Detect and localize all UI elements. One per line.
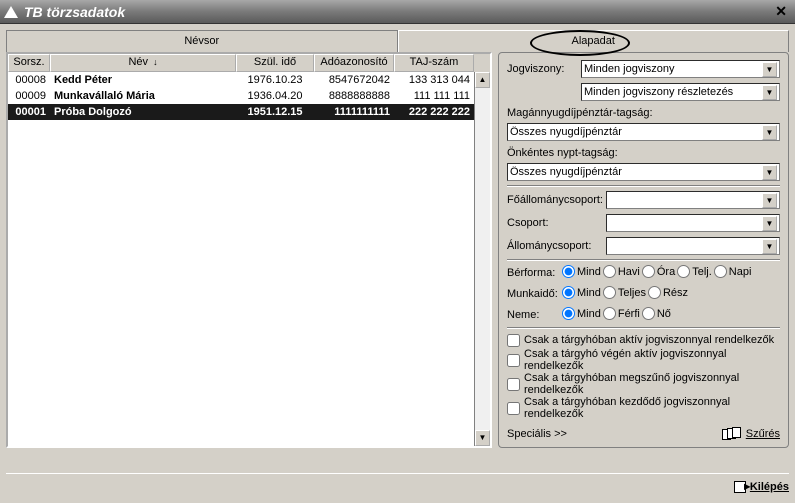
- chevron-down-icon[interactable]: ▼: [762, 85, 777, 100]
- cell-taj: 133 313 044: [394, 74, 474, 86]
- scroll-up-icon[interactable]: ▲: [475, 72, 490, 88]
- onkentes-label: Önkéntes nypt-tagság:: [507, 145, 780, 159]
- cell-szul: 1976.10.23: [236, 74, 314, 86]
- table-row[interactable]: 00009Munkavállaló Mária1936.04.208888888…: [8, 88, 474, 104]
- chevron-down-icon[interactable]: ▼: [762, 216, 777, 231]
- allomany-label: Állománycsoport:: [507, 240, 602, 252]
- table-header: Sorsz. Név ↓ Szül. idő Adóazonosító TAJ-…: [8, 54, 490, 72]
- col-tajszam[interactable]: TAJ-szám: [394, 54, 474, 72]
- munkaido-label: Munkaidő:: [507, 288, 559, 300]
- tab-alapadat[interactable]: Alapadat: [398, 30, 790, 52]
- cell-nev: Kedd Péter: [50, 74, 236, 86]
- tab-nevsor[interactable]: Névsor: [6, 30, 398, 52]
- filter-check-label: Csak a tárgyhó végén aktív jogviszonnyal…: [524, 348, 780, 372]
- app-icon: [4, 6, 18, 18]
- sort-arrow-icon: ↓: [153, 57, 158, 67]
- table-row[interactable]: 00001Próba Dolgozó1951.12.15111111111122…: [8, 104, 474, 120]
- filter-check-label: Csak a tárgyhóban megszűnő jogviszonnyal…: [524, 372, 780, 396]
- berforma-label: Bérforma:: [507, 267, 559, 279]
- footer: Kilépés: [6, 473, 789, 495]
- neme-option-férfi[interactable]: Férfi: [603, 307, 640, 320]
- scroll-down-icon[interactable]: ▼: [475, 430, 490, 446]
- cell-sorsz: 00008: [8, 74, 50, 86]
- berforma-option-mind[interactable]: Mind: [562, 265, 601, 278]
- cell-nev: Munkavállaló Mária: [50, 90, 236, 102]
- table-row[interactable]: 00008Kedd Péter1976.10.238547672042133 3…: [8, 72, 474, 88]
- csoport-combo[interactable]: ▼: [606, 214, 780, 232]
- cell-szul: 1951.12.15: [236, 106, 314, 118]
- berforma-option-óra[interactable]: Óra: [642, 265, 675, 278]
- munkaido-option-mind[interactable]: Mind: [562, 286, 601, 299]
- filter-check-label: Csak a tárgyhóban kezdődő jogviszonnyal …: [524, 396, 780, 420]
- neme-option-nő[interactable]: Nő: [642, 307, 671, 320]
- exit-icon: [734, 481, 746, 493]
- chevron-down-icon[interactable]: ▼: [762, 62, 777, 77]
- col-szulido[interactable]: Szül. idő: [236, 54, 314, 72]
- munkaido-option-rész[interactable]: Rész: [648, 286, 688, 299]
- col-nev[interactable]: Név ↓: [50, 54, 236, 72]
- neme-label: Neme:: [507, 309, 559, 321]
- chevron-down-icon[interactable]: ▼: [762, 193, 777, 208]
- cell-sorsz: 00001: [8, 106, 50, 118]
- filter-panel: Jogviszony: Minden jogviszony ▼ Minden j…: [498, 52, 789, 448]
- foallomany-combo[interactable]: ▼: [606, 191, 780, 209]
- filter-check-3[interactable]: Csak a tárgyhóban kezdődő jogviszonnyal …: [507, 396, 780, 420]
- cell-taj: 111 111 111: [394, 90, 474, 102]
- munkaido-option-teljes[interactable]: Teljes: [603, 286, 646, 299]
- jogviszony-combo[interactable]: Minden jogviszony ▼: [581, 60, 780, 78]
- cell-ado: 8888888888: [314, 90, 394, 102]
- vertical-scrollbar[interactable]: ▲ ▼: [474, 72, 490, 446]
- kilepes-button[interactable]: Kilépés: [734, 481, 789, 493]
- berforma-option-telj.[interactable]: Telj.: [677, 265, 712, 278]
- cell-nev: Próba Dolgozó: [50, 106, 236, 118]
- filter-check-label: Csak a tárgyhóban aktív jogviszonnyal re…: [524, 334, 774, 346]
- col-sorsz[interactable]: Sorsz.: [8, 54, 50, 72]
- specialis-link[interactable]: Speciális >>: [507, 428, 722, 440]
- jogviszony-label: Jogviszony:: [507, 63, 577, 75]
- allomany-combo[interactable]: ▼: [606, 237, 780, 255]
- szures-button[interactable]: Szűrés: [722, 427, 780, 441]
- berforma-option-napi[interactable]: Napi: [714, 265, 752, 278]
- csoport-label: Csoport:: [507, 217, 602, 229]
- cell-ado: 1111111111: [314, 106, 394, 118]
- magan-combo[interactable]: Összes nyugdíjpénztár ▼: [507, 123, 780, 141]
- magan-label: Magánnyugdíjpénztár-tagság:: [507, 105, 780, 119]
- filter-check-1[interactable]: Csak a tárgyhó végén aktív jogviszonnyal…: [507, 348, 780, 372]
- jogviszony-detail-combo[interactable]: Minden jogviszony részletezés ▼: [581, 83, 780, 101]
- berforma-option-havi[interactable]: Havi: [603, 265, 640, 278]
- chevron-down-icon[interactable]: ▼: [762, 125, 777, 140]
- employee-table: Sorsz. Név ↓ Szül. idő Adóazonosító TAJ-…: [6, 52, 492, 448]
- foallomany-label: Főállománycsoport:: [507, 194, 602, 206]
- title-bar: TB törzsadatok ✕: [0, 0, 795, 24]
- chevron-down-icon[interactable]: ▼: [762, 239, 777, 254]
- window-title: TB törzsadatok: [24, 4, 125, 20]
- filter-check-0[interactable]: Csak a tárgyhóban aktív jogviszonnyal re…: [507, 332, 780, 348]
- filter-check-2[interactable]: Csak a tárgyhóban megszűnő jogviszonnyal…: [507, 372, 780, 396]
- close-icon[interactable]: ✕: [775, 3, 787, 20]
- onkentes-combo[interactable]: Összes nyugdíjpénztár ▼: [507, 163, 780, 181]
- cell-taj: 222 222 222: [394, 106, 474, 118]
- col-adoazonosito[interactable]: Adóazonosító: [314, 54, 394, 72]
- neme-option-mind[interactable]: Mind: [562, 307, 601, 320]
- cell-szul: 1936.04.20: [236, 90, 314, 102]
- cell-ado: 8547672042: [314, 74, 394, 86]
- filter-icon: [722, 427, 742, 441]
- col-nev-label: Név: [128, 56, 148, 68]
- chevron-down-icon[interactable]: ▼: [762, 165, 777, 180]
- cell-sorsz: 00009: [8, 90, 50, 102]
